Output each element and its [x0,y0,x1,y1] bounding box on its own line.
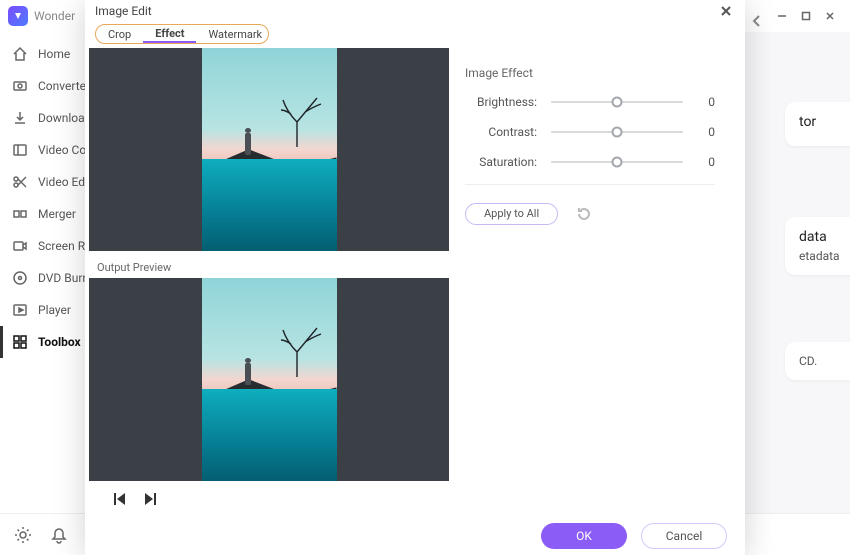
output-preview-label: Output Preview [97,261,445,274]
tab-label: Crop [108,28,131,41]
recorder-icon [12,238,28,254]
converter-icon [12,78,28,94]
bell-icon[interactable] [50,526,68,544]
scissors-icon [12,174,28,190]
brightness-slider[interactable] [551,94,683,110]
tab-watermark[interactable]: Watermark [196,25,269,43]
apply-to-all-button[interactable]: Apply to All [465,203,558,225]
disc-icon [12,270,28,286]
slider-value: 0 [697,155,715,169]
dialog-title: Image Edit [95,4,152,18]
card-sub: etadata [799,249,850,263]
image-edit-dialog: Image Edit Crop Effect Watermark Output … [85,0,745,555]
home-icon [12,46,28,62]
card[interactable]: CD. [785,342,850,380]
playback-bar [89,481,445,517]
slider-label: Brightness: [465,95,537,109]
back-icon[interactable] [750,14,768,32]
close-window-button[interactable] [818,4,842,28]
merger-icon [12,206,28,222]
close-dialog-button[interactable] [717,2,735,20]
card-text: CD. [799,354,850,368]
saturation-row: Saturation: 0 [465,154,715,170]
prev-frame-button[interactable] [111,491,127,507]
next-frame-button[interactable] [143,491,159,507]
slider-value: 0 [697,125,715,139]
contrast-row: Contrast: 0 [465,124,715,140]
app-logo [8,6,28,26]
divider [465,184,715,185]
preview-image [202,48,337,251]
card-title: tor [799,114,850,130]
cancel-button[interactable]: Cancel [641,523,727,549]
reset-icon[interactable] [576,206,592,222]
tab-effect[interactable]: Effect [143,25,196,43]
section-title: Image Effect [465,66,715,80]
effect-controls: Image Effect Brightness: 0 Contrast: 0 S… [465,48,745,517]
maximize-button[interactable] [794,4,818,28]
play-icon [12,302,28,318]
output-preview [89,278,449,481]
slider-value: 0 [697,95,715,109]
sidebar-item-label: Download [38,111,91,125]
settings-icon[interactable] [14,526,32,544]
ok-button[interactable]: OK [541,523,627,549]
input-preview [89,48,449,251]
dialog-footer: OK Cancel [85,517,745,555]
slider-label: Saturation: [465,155,537,169]
sidebar-item-label: Home [38,47,70,61]
card-title: data [799,229,850,245]
card[interactable]: data etadata [785,217,850,275]
sidebar-item-label: Player [38,303,71,317]
download-icon [12,110,28,126]
saturation-slider[interactable] [551,154,683,170]
toolbox-icon [12,334,28,350]
sidebar-item-label: Toolbox [38,335,81,349]
preview-image [202,278,337,481]
slider-label: Contrast: [465,125,537,139]
contrast-slider[interactable] [551,124,683,140]
dialog-header: Image Edit [85,0,745,22]
compress-icon [12,142,28,158]
minimize-button[interactable] [770,4,794,28]
tab-crop[interactable]: Crop [96,25,143,43]
tab-label: Watermark [208,28,262,41]
tab-bar: Crop Effect Watermark [95,24,269,44]
tab-label: Effect [155,27,184,40]
sidebar-item-label: Merger [38,207,76,221]
brightness-row: Brightness: 0 [465,94,715,110]
card[interactable]: tor [785,102,850,146]
tree-icon [277,92,332,151]
app-title: Wonder [34,9,75,23]
sidebar-item-label: Converter [38,79,90,93]
tree-icon [277,322,332,381]
